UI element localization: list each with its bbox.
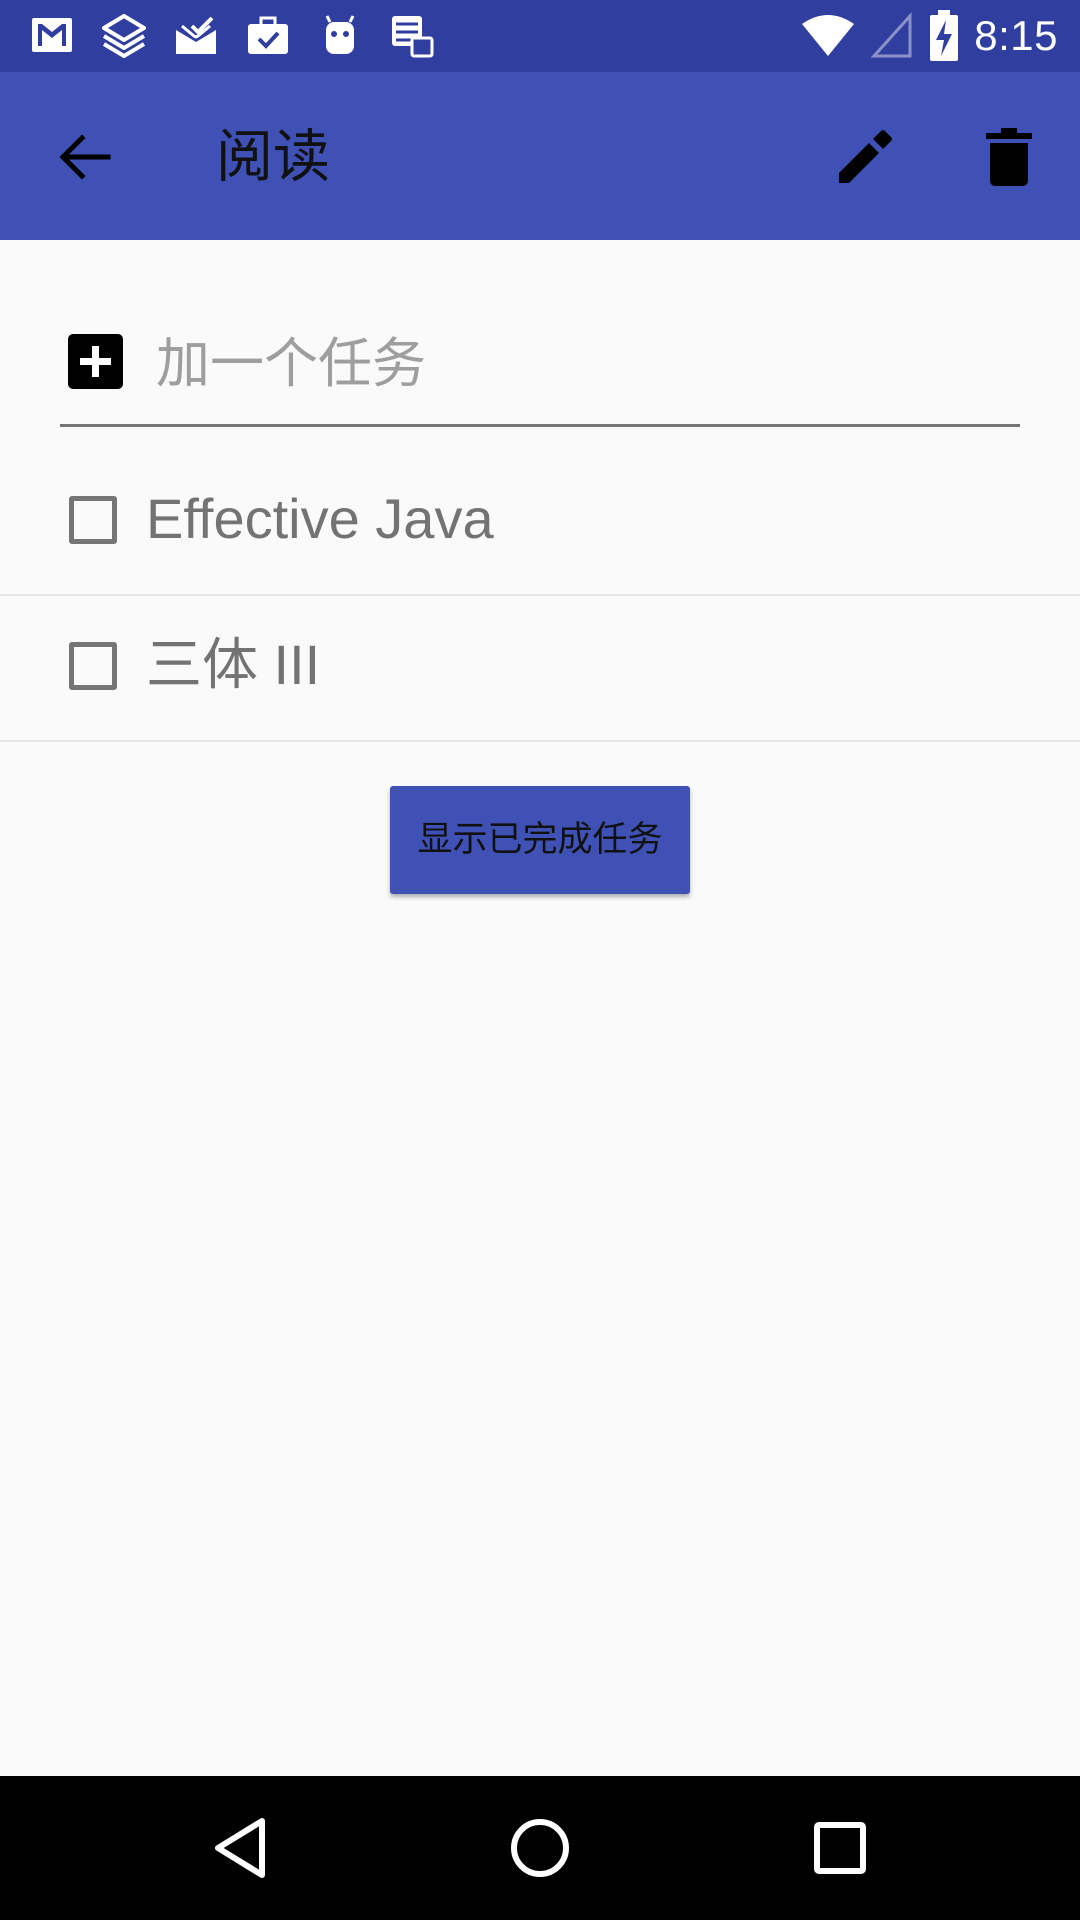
nav-home-button[interactable] [492, 1800, 588, 1896]
page-title: 阅读 [216, 124, 330, 190]
add-task-input[interactable] [156, 322, 1006, 404]
nav-home-icon [511, 1819, 569, 1877]
task-checkbox[interactable] [69, 642, 117, 690]
app-bar: 阅读 [0, 72, 1080, 240]
status-time: 8:15 [974, 12, 1058, 59]
show-completed-button[interactable]: 显示已完成任务 [390, 786, 690, 894]
task-list: Effective Java 三体 III [0, 450, 1080, 742]
nav-recents-icon [814, 1822, 866, 1874]
gmail-icon [32, 18, 72, 52]
task-label: Effective Java [146, 487, 494, 550]
notification-icons [28, 12, 436, 60]
nav-back-button[interactable] [192, 1800, 288, 1896]
layers-icon [102, 14, 146, 58]
delete-button[interactable] [964, 112, 1054, 202]
mail-check-icon [176, 16, 216, 54]
navigation-bar [0, 1776, 1080, 1920]
signal-icon [870, 12, 912, 58]
task-checkbox[interactable] [69, 496, 117, 544]
edit-pencil-icon [839, 130, 892, 183]
trash-icon [986, 128, 1032, 186]
battery-charging-icon [930, 10, 959, 61]
wifi-icon [802, 15, 855, 56]
checklist-icon [392, 16, 434, 58]
add-task-row [60, 300, 1020, 427]
task-item[interactable]: 三体 III [0, 596, 1080, 742]
add-task-icon[interactable] [68, 334, 123, 389]
back-arrow-icon [59, 134, 111, 180]
system-status: 8:15 [800, 0, 1058, 72]
edit-button[interactable] [820, 112, 910, 202]
back-button[interactable] [40, 112, 130, 202]
nav-back-icon [215, 1818, 265, 1878]
task-label: 三体 III [146, 633, 321, 696]
screen: 8:15 阅读 加一个任务 Effective Java 三体 III 显示已完… [0, 0, 1080, 1920]
task-item[interactable]: Effective Java [0, 450, 1080, 596]
nav-recents-button[interactable] [792, 1800, 888, 1896]
android-icon [325, 15, 355, 54]
status-bar: 8:15 [0, 0, 1080, 72]
work-check-icon [248, 16, 288, 54]
